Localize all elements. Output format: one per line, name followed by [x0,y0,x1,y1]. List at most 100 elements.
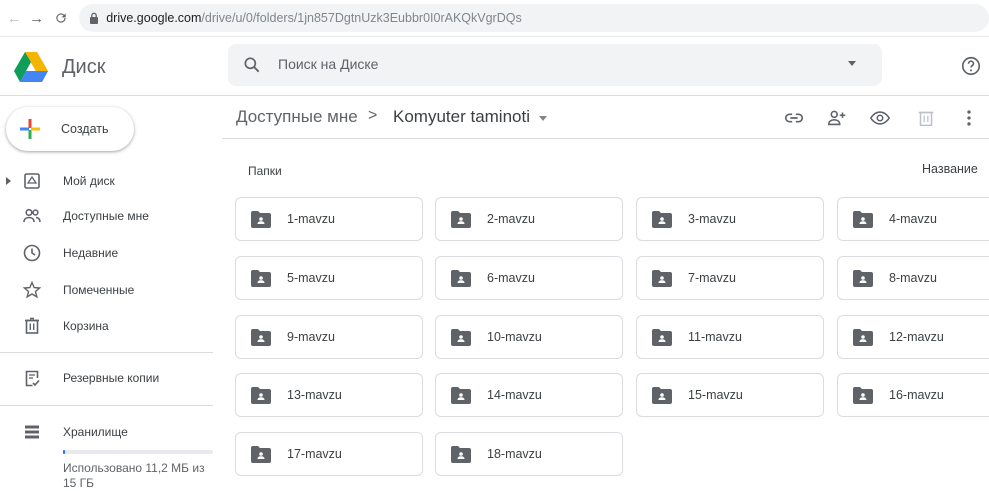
folder-tile[interactable]: 13-mavzu [235,373,423,417]
folder-tile[interactable]: 17-mavzu [235,432,423,476]
folder-tile[interactable]: 2-mavzu [435,197,623,241]
star-icon [22,280,42,299]
folder-name: 6-mavzu [487,271,535,285]
search-input[interactable]: Поиск на Диске [278,56,378,72]
folder-name: 10-mavzu [487,330,542,344]
folder-tile[interactable]: 12-mavzu [837,315,989,359]
folder-name: 17-mavzu [287,447,342,461]
forward-arrow-icon[interactable]: → [26,7,46,29]
folder-name: 11-mavzu [688,330,742,344]
shared-folder-icon [652,387,672,404]
shared-folder-icon [652,329,672,346]
sidebar-item-label: Мой диск [63,174,115,188]
folder-name: 4-mavzu [889,212,937,226]
folder-tile[interactable]: 1-mavzu [235,197,423,241]
shared-folder-icon [451,329,471,346]
folder-name: 18-mavzu [487,447,542,461]
storage-progress-bar [63,450,213,454]
shared-folder-icon [451,446,471,463]
search-icon[interactable] [242,55,262,75]
trash-icon[interactable] [915,107,937,129]
shared-folder-icon [853,387,873,404]
folder-name: 8-mavzu [889,271,937,285]
folder-tile[interactable]: 10-mavzu [435,315,623,359]
browser-toolbar: ← → drive.google.com/drive/u/0/folders/1… [0,0,989,37]
shared-folder-icon [251,211,271,228]
shared-folder-icon [251,387,271,404]
folder-tile[interactable]: 11-mavzu [636,315,824,359]
back-arrow-icon[interactable]: ← [4,7,24,29]
trash-icon [25,317,39,334]
shared-folder-icon [853,329,873,346]
folder-name: 3-mavzu [688,212,736,226]
folder-tile[interactable]: 18-mavzu [435,432,623,476]
folder-tile[interactable]: 16-mavzu [837,373,989,417]
storage-usage-text: Использовано 11,2 МБ из 15 ГБ [63,461,205,490]
backup-icon [25,370,40,387]
plus-icon [20,119,40,139]
reload-icon[interactable] [51,7,71,29]
sidebar-item-recent[interactable]: Недавние [0,240,215,266]
sidebar-item-trash[interactable]: Корзина [0,313,215,339]
storage-progress-fill [63,450,65,454]
expand-arrow-icon[interactable] [6,177,11,185]
address-bar[interactable]: drive.google.com/drive/u/0/folders/1jn85… [79,4,989,32]
storage-icon [25,425,39,439]
eye-icon[interactable] [869,107,891,129]
sidebar-item-label: Корзина [63,319,109,333]
folder-name: 16-mavzu [889,388,944,402]
folder-tile[interactable]: 3-mavzu [636,197,824,241]
shared-folder-icon [251,446,271,463]
folder-tile[interactable]: 9-mavzu [235,315,423,359]
sidebar-item-label: Недавние [63,246,119,260]
sidebar-item-label: Доступные мне [63,209,149,223]
app-name[interactable]: Диск [62,56,105,79]
sidebar-item-label: Резервные копии [63,371,160,385]
folder-tile[interactable]: 4-mavzu [837,197,989,241]
link-icon[interactable] [783,107,805,129]
folder-name: 1-mavzu [287,212,335,226]
sidebar-item-backups[interactable]: Резервные копии [0,365,215,391]
shared-folder-icon [451,387,471,404]
sort-by-name-button[interactable]: Название [922,162,978,176]
breadcrumb-current-folder[interactable]: Komyuter taminoti [393,107,530,127]
folder-name: 15-mavzu [688,388,743,402]
folder-tile[interactable]: 14-mavzu [435,373,623,417]
folder-tile[interactable]: 7-mavzu [636,256,824,300]
folder-tile[interactable]: 5-mavzu [235,256,423,300]
folder-name: 12-mavzu [889,330,944,344]
search-options-caret-icon[interactable] [848,61,856,66]
folder-menu-caret-icon[interactable] [539,116,547,121]
folder-name: 9-mavzu [287,330,335,344]
sidebar-divider [0,405,213,406]
shared-folder-icon [853,270,873,287]
help-icon[interactable] [960,55,982,77]
sidebar-item-my-drive[interactable]: Мой диск [0,168,215,194]
search-box[interactable]: Поиск на Диске [228,44,882,86]
breadcrumb-separator: > [368,107,378,124]
folder-name: 13-mavzu [287,388,342,402]
sidebar-divider [0,352,213,353]
folder-name: 5-mavzu [287,271,335,285]
create-button[interactable]: Создать [6,107,134,151]
drive-logo-icon[interactable] [14,52,48,82]
url-path: /drive/u/0/folders/1jn857DgtnUzk3Eubbr0I… [201,11,522,25]
more-vert-icon[interactable] [958,107,980,129]
add-person-icon[interactable] [826,107,848,129]
shared-folder-icon [853,211,873,228]
sidebar-item-label: Помеченные [63,283,135,297]
breadcrumb-parent[interactable]: Доступные мне [236,107,358,127]
drive-header: Диск Поиск на Диске [0,38,989,96]
folder-name: 2-mavzu [487,212,535,226]
clock-icon [23,244,41,262]
shared-folder-icon [652,270,672,287]
folder-tile[interactable]: 8-mavzu [837,256,989,300]
sidebar-item-starred[interactable]: Помеченные [0,277,215,303]
sidebar-item-shared[interactable]: Доступные мне [0,203,215,229]
sidebar-item-storage[interactable]: Хранилище [0,419,215,445]
folder-tile[interactable]: 6-mavzu [435,256,623,300]
folder-name: 14-mavzu [487,388,542,402]
folder-tile[interactable]: 15-mavzu [636,373,824,417]
shared-folder-icon [451,270,471,287]
folders-section-label: Папки [248,164,282,178]
